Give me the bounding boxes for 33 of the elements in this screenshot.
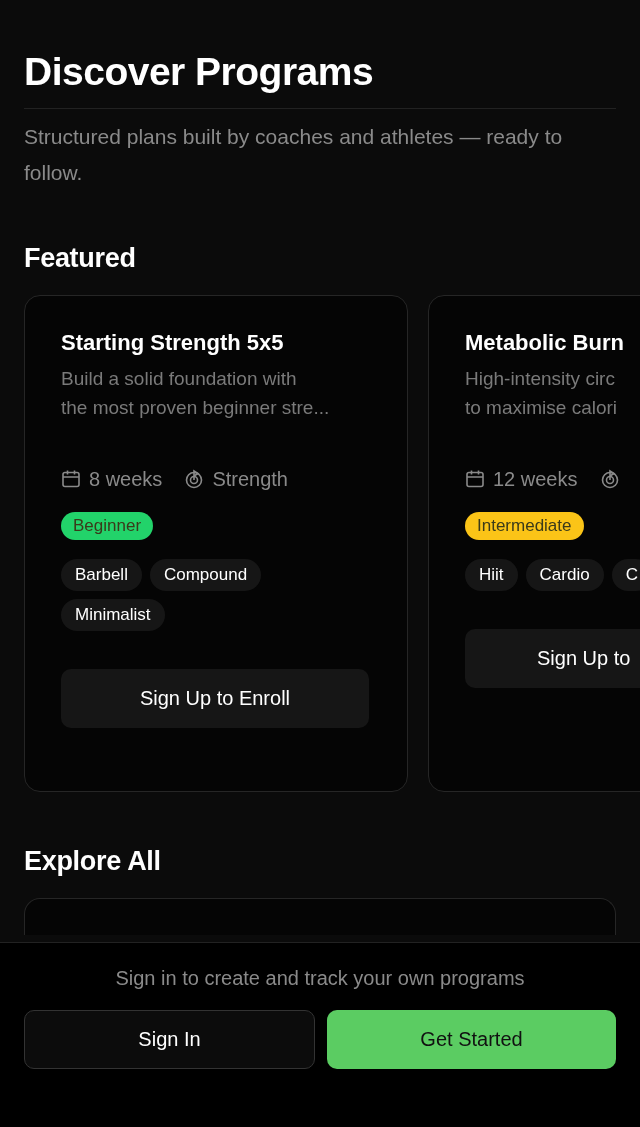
level-badge: Intermediate (465, 512, 584, 540)
sign-in-prompt: Sign in to create and track your own programs (114, 966, 526, 991)
program-description: the most proven beginner stre... (61, 396, 330, 420)
program-description: High-intensity circ (465, 367, 615, 391)
program-card[interactable]: Starting Strength 5x5 Build a solid foundation with the most proven beginner stre... 8 weeks Strength Beginner Barbell Compound Minimalist Sign Up to Enroll (24, 295, 408, 792)
tag-chip: Cardio (525, 559, 604, 591)
target-icon (184, 469, 205, 489)
program-title: Starting Strength 5x5 (61, 329, 285, 357)
duration-text: 12 weeks (493, 467, 578, 491)
section-heading: Featured (24, 242, 137, 275)
enroll-button[interactable]: Sign Up to Enroll (61, 669, 369, 728)
get-started-button[interactable]: Get Started (327, 1010, 616, 1069)
tag-chip: Barbell (61, 559, 142, 591)
level-badge: Beginner (61, 512, 154, 540)
tag-chip: Hiit (465, 559, 518, 591)
program-description: to maximise calori (465, 396, 618, 420)
tag-chip: C (611, 559, 640, 591)
section-heading: Explore All (24, 845, 162, 878)
program-description: Build a solid foundation with (61, 367, 297, 391)
category-text: Strength (212, 467, 288, 491)
page-title: Discover Programs (24, 49, 375, 95)
duration-text: 8 weeks (89, 467, 163, 491)
target-icon (599, 469, 620, 489)
tag-chip: Minimalist (61, 599, 165, 631)
program-card[interactable] (24, 898, 616, 935)
enroll-button[interactable]: Sign Up to (465, 629, 640, 688)
program-title: Metabolic Burn (465, 329, 625, 357)
calendar-icon (61, 469, 81, 489)
page-subtitle: Structured plans built by coaches and athletes — ready to follow. (24, 124, 564, 186)
program-card[interactable]: Metabolic Burn High-intensity circ to maximise calori 12 weeks Intermediate Hiit Cardio C Sign Up to (428, 295, 640, 792)
tag-chip: Compound (149, 559, 262, 591)
calendar-icon (465, 469, 485, 489)
sign-in-button[interactable]: Sign In (24, 1010, 315, 1069)
